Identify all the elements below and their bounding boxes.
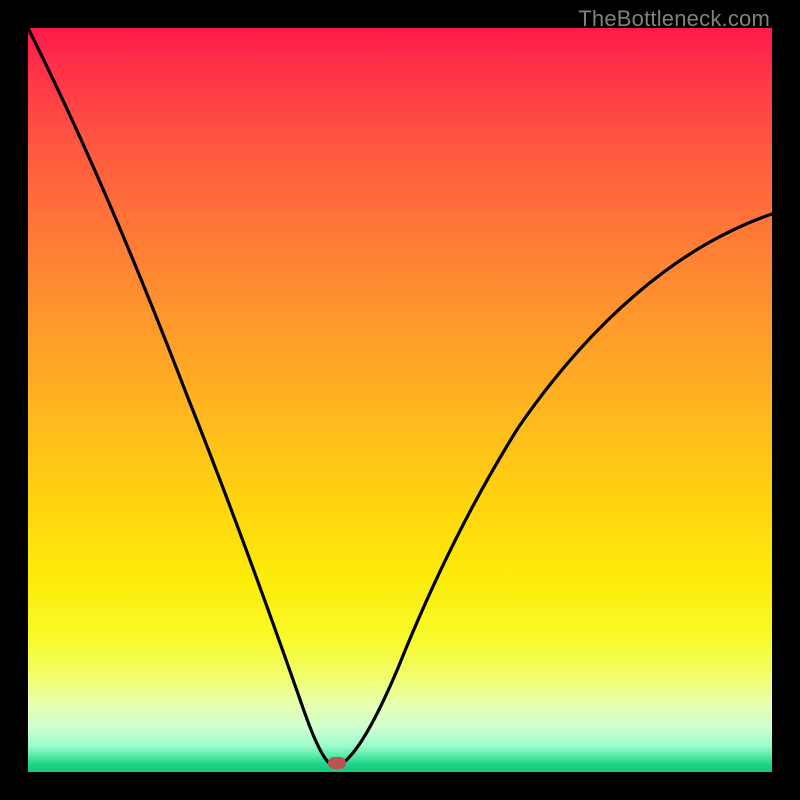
plot-background-gradient	[28, 28, 772, 772]
optimal-point-marker	[328, 757, 346, 769]
plot-area	[28, 28, 772, 772]
